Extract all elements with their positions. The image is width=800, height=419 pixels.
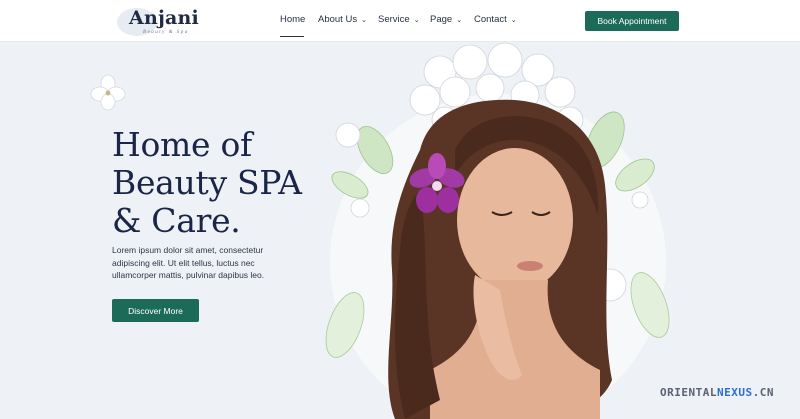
hero-description: Lorem ipsum dolor sit amet, consectetur … [112, 245, 265, 280]
watermark-part: ORIENTAL [660, 386, 717, 399]
hero-title-line: Home of [112, 125, 252, 164]
watermark: ORIENTALNEXUS.CN [660, 386, 774, 399]
small-flower-decoration [90, 74, 126, 111]
hero-title-line: Beauty SPA [112, 163, 302, 202]
hero-title-line: & Care. [112, 201, 241, 240]
woman-portrait [388, 99, 612, 419]
watermark-part: NEXUS [716, 386, 753, 399]
hero-title: Home of Beauty SPA & Care. [112, 126, 342, 240]
discover-more-button[interactable]: Discover More [112, 299, 199, 322]
watermark-part: .CN [752, 386, 774, 399]
